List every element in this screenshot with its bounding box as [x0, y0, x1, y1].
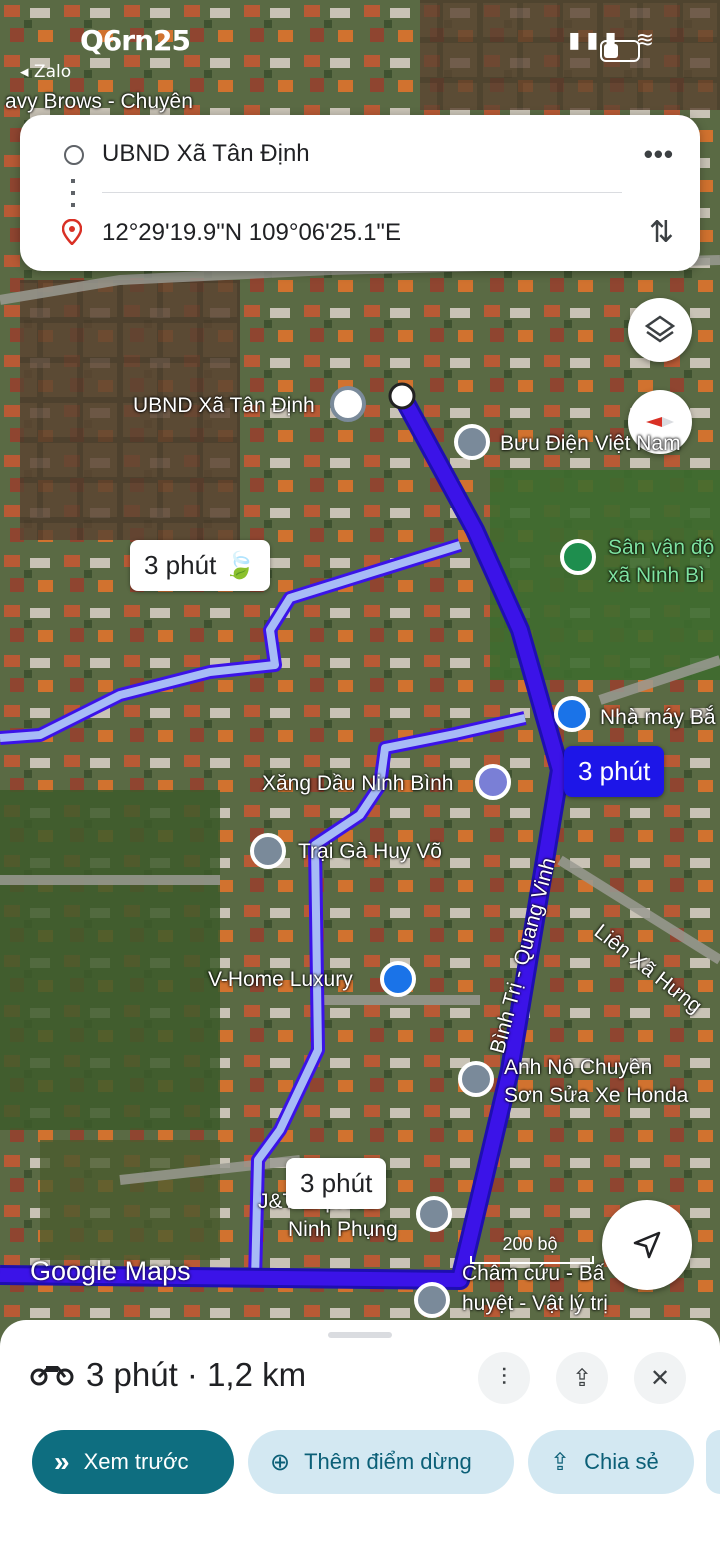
status-time: Q6rn25	[80, 24, 191, 57]
route-bubble-alt-1[interactable]: 3 phút 🍃	[130, 540, 270, 591]
preview-button[interactable]: » Xem trước	[32, 1430, 234, 1494]
map-label-stadium-1[interactable]: Sân vận độ	[608, 536, 714, 560]
route-options-button[interactable]: ⫶	[478, 1352, 530, 1404]
layers-icon	[644, 315, 676, 343]
map-label-gas-station[interactable]: Xăng Dầu Ninh Bình	[262, 772, 453, 796]
place-pin-factory[interactable]	[554, 696, 590, 732]
preview-label: Xem trước	[83, 1449, 189, 1474]
route-bubble-selected-text: 3 phút	[578, 756, 651, 786]
place-pin-farm[interactable]	[250, 833, 286, 869]
recenter-button[interactable]	[602, 1200, 692, 1290]
map-label-cham-cuu-2[interactable]: huyệt - Vật lý trị	[462, 1292, 608, 1316]
add-location-icon: ⊕	[270, 1448, 291, 1476]
map-label-brows[interactable]: avy Brows - Chuyên	[5, 90, 193, 114]
map-label-anh-no-1[interactable]: Anh Nô Chuyên	[504, 1056, 652, 1080]
double-chevron-icon: »	[54, 1446, 70, 1477]
origin-circle-icon	[64, 145, 84, 165]
more-options-icon[interactable]: •••	[644, 139, 674, 170]
scale-label: 200 bộ	[502, 1234, 558, 1254]
add-stop-label: Thêm điểm dừng	[304, 1449, 472, 1474]
back-to-app-link[interactable]: ◂ Zalo	[20, 62, 71, 82]
card-divider	[102, 192, 622, 193]
directions-card: UBND Xã Tân Định 12°29'19.9"N 109°06'25.…	[20, 115, 700, 271]
route-bubble-alt-2[interactable]: 3 phút	[286, 1158, 387, 1209]
share-icon: ⇪	[571, 1364, 593, 1392]
place-pin-vhome[interactable]	[380, 961, 416, 997]
place-pin-stadium[interactable]	[560, 539, 596, 575]
layers-button[interactable]	[628, 298, 692, 362]
google-maps-watermark: Google Maps	[30, 1256, 191, 1286]
share-label: Chia sẻ	[584, 1449, 659, 1474]
motorbike-icon	[30, 1366, 74, 1386]
add-stop-button[interactable]: ⊕ Thêm điểm dừng	[248, 1430, 514, 1494]
place-pin-post[interactable]	[454, 424, 490, 460]
bottom-sheet: 3 phút · 1,2 km ⫶ ⇪ ✕ » Xem trước ⊕ Thêm…	[0, 1320, 720, 1564]
status-bar: Q6rn25 ◂ Zalo ▮▮▮ ≋	[0, 22, 720, 82]
route-dots-icon	[71, 179, 75, 207]
eco-leaf-icon: 🍃	[223, 550, 256, 580]
route-bubble-alt-1-text: 3 phút	[144, 550, 217, 580]
place-pin-chamcuu[interactable]	[414, 1282, 450, 1318]
map-label-anh-no-2[interactable]: Sơn Sửa Xe Honda	[504, 1084, 688, 1108]
place-pin-gas[interactable]	[475, 764, 511, 800]
share-route-button[interactable]: ⇪	[556, 1352, 608, 1404]
map-label-chicken-farm[interactable]: Trại Gà Huy Võ	[298, 840, 442, 864]
map-label-vhome[interactable]: V-Home Luxury	[208, 968, 353, 992]
more-chip-partial[interactable]	[706, 1430, 720, 1494]
map-label-factory[interactable]: Nhà máy Bắ	[600, 706, 716, 730]
map-label-stadium-2[interactable]: xã Ninh Bì	[608, 564, 705, 588]
map-scale: 200 bộ	[470, 1234, 594, 1264]
place-pin-jt[interactable]	[416, 1196, 452, 1232]
map-label-ubnd[interactable]: UBND Xã Tân Định	[133, 394, 315, 418]
scale-bar	[470, 1256, 594, 1264]
map-label-cham-cuu-1[interactable]: Châm cứu - Bấ	[462, 1262, 604, 1286]
navigation-arrow-icon	[633, 1231, 661, 1259]
place-pin-ubnd[interactable]	[330, 386, 366, 422]
route-summary: 3 phút · 1,2 km	[86, 1356, 307, 1393]
share-button[interactable]: ⇪ Chia sẻ	[528, 1430, 694, 1494]
battery-icon	[600, 40, 640, 62]
route-start-marker[interactable]	[388, 382, 416, 410]
close-button[interactable]: ✕	[634, 1352, 686, 1404]
share-chip-icon: ⇪	[550, 1448, 571, 1476]
route-bubble-alt-2-text: 3 phút	[300, 1168, 373, 1198]
sheet-drag-handle[interactable]	[328, 1332, 392, 1338]
place-pin-anhno[interactable]	[458, 1061, 494, 1097]
sliders-icon: ⫶	[501, 1364, 507, 1391]
close-icon: ✕	[649, 1364, 671, 1392]
map-label-jt-2[interactable]: Ninh Phụng	[288, 1218, 398, 1242]
route-bubble-selected[interactable]: 3 phút	[564, 746, 665, 797]
destination-pin-icon	[62, 219, 82, 245]
destination-field[interactable]: 12°29'19.9"N 109°06'25.1"E	[102, 219, 401, 247]
swap-icon[interactable]: ⇅	[649, 215, 674, 250]
map-label-post-office[interactable]: Bưu Điện Việt Nam	[500, 432, 681, 456]
origin-field[interactable]: UBND Xã Tân Định	[102, 140, 310, 168]
